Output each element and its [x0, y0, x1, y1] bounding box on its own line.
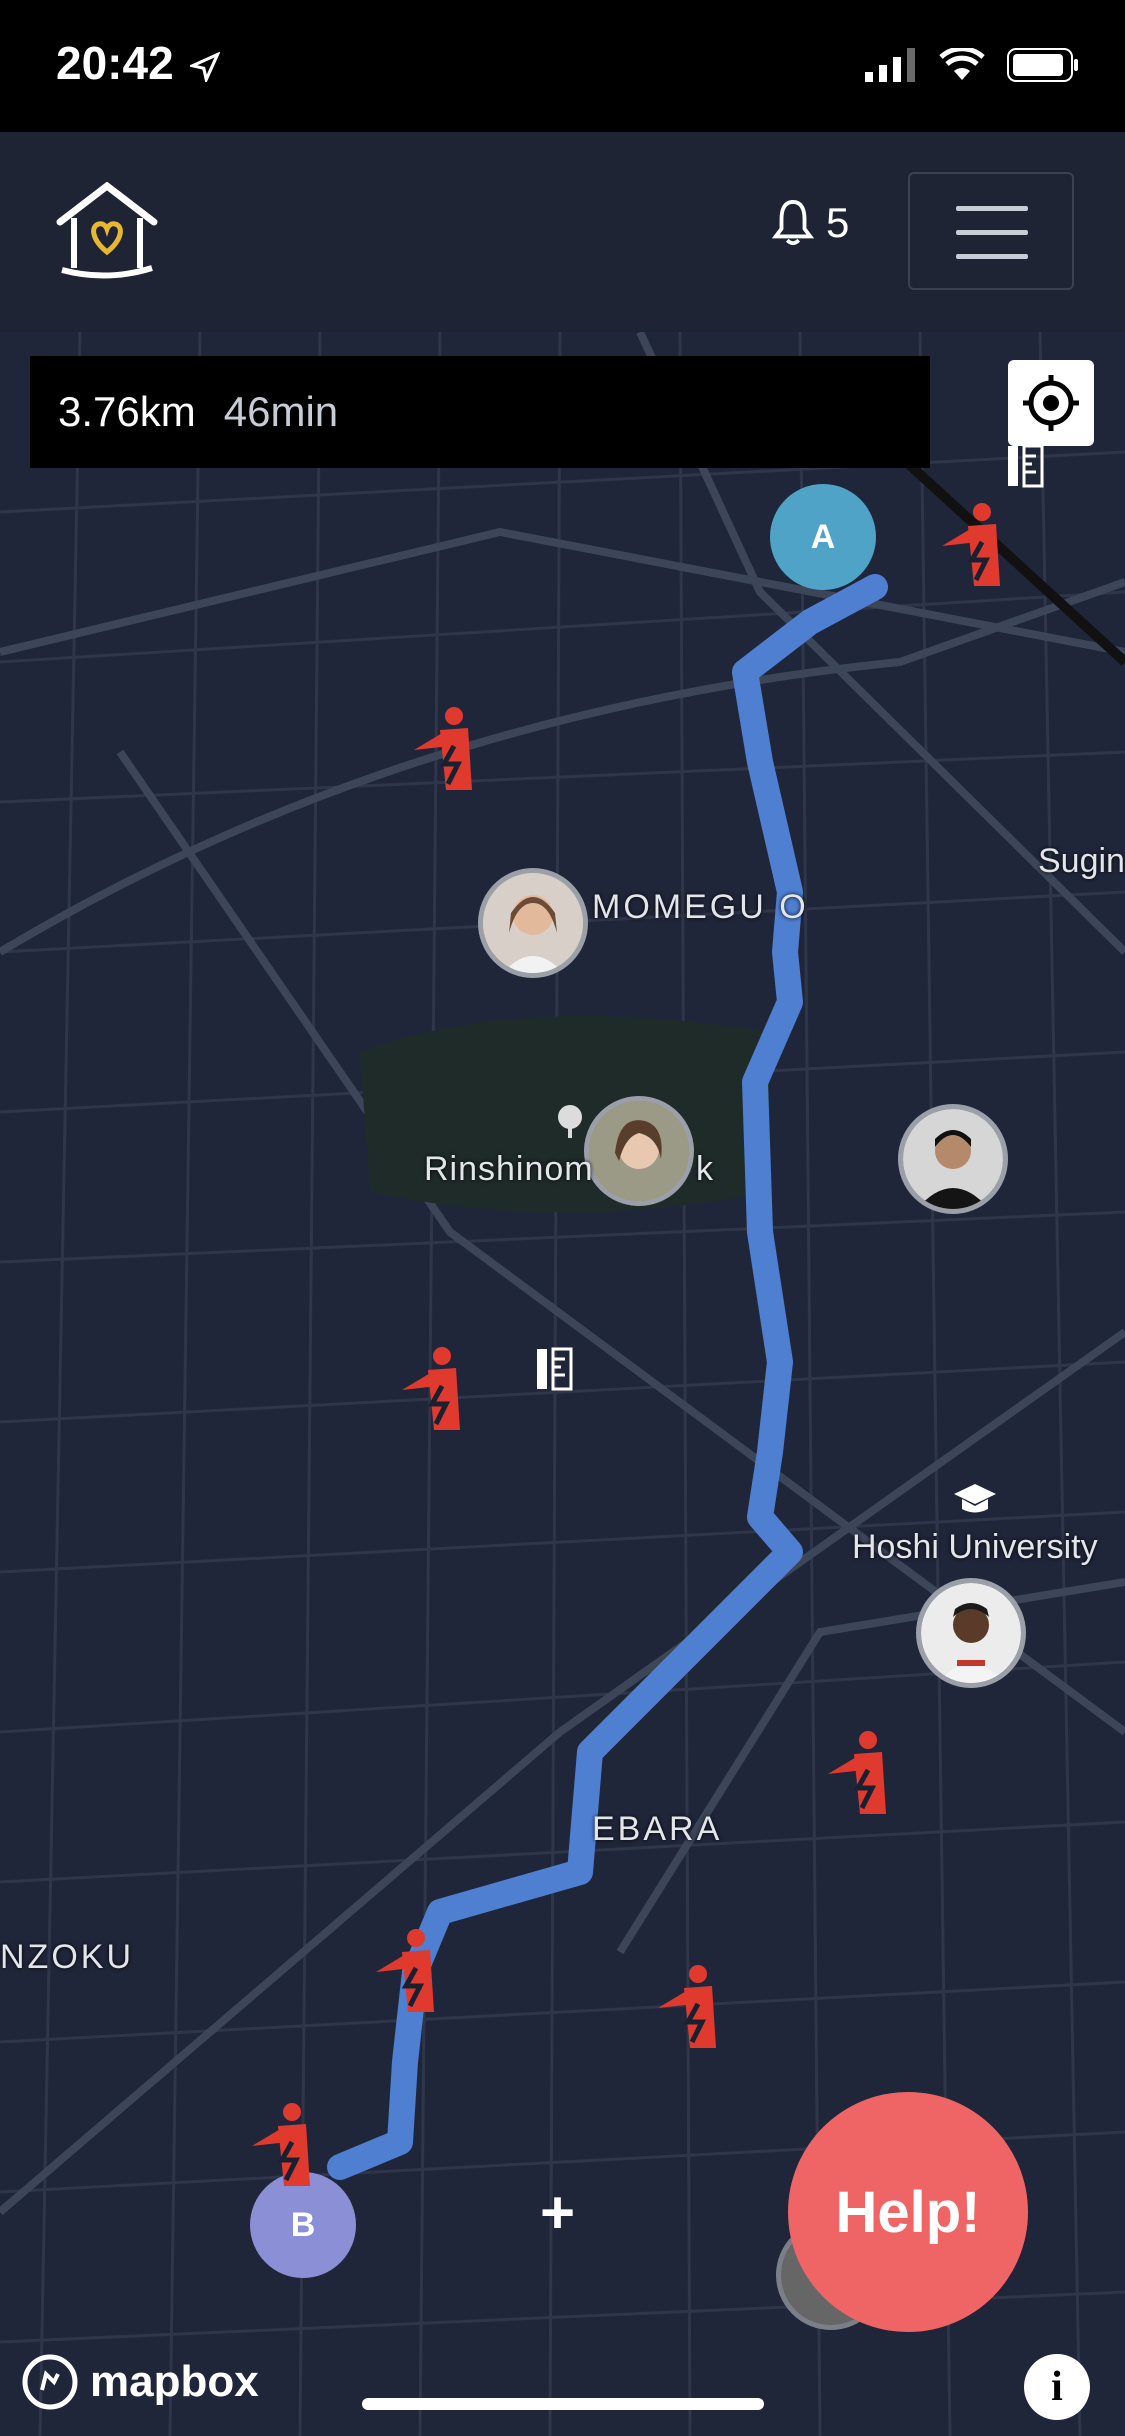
graduation-cap-icon — [954, 1484, 996, 1513]
signal-icon — [865, 48, 915, 82]
home-indicator[interactable] — [362, 2398, 764, 2410]
locate-me-button[interactable] — [1008, 360, 1094, 446]
menu-button[interactable] — [908, 172, 1074, 290]
info-button[interactable]: i — [1024, 2354, 1090, 2420]
crosshair-icon — [1023, 375, 1079, 431]
person-photo — [589, 1101, 689, 1201]
route-info-panel: 3.76km 46min — [30, 356, 930, 468]
add-button[interactable]: + — [540, 2178, 575, 2247]
status-time: 20:42 — [56, 36, 222, 90]
battery-icon — [1007, 48, 1078, 82]
person-photo — [483, 873, 583, 973]
user-avatar[interactable] — [584, 1096, 694, 1206]
notifications-button[interactable]: 5 — [770, 198, 849, 248]
place-label-nakameguro: MOMEGU O — [592, 888, 809, 926]
place-label-rinshinomori: Rinshinom — [424, 1150, 594, 1188]
map-view[interactable]: 3.76km 46min A B MOMEGU O Rinshinom k Ho… — [0, 332, 1125, 2436]
menu-line — [956, 230, 1028, 235]
place-label-senzoku: NZOKU — [0, 1938, 134, 1976]
place-label-rinshinomori-end: k — [696, 1150, 714, 1188]
user-avatar[interactable] — [898, 1104, 1008, 1214]
user-avatar[interactable] — [478, 868, 588, 978]
ruler-icon — [537, 1347, 573, 1391]
hazard-icon[interactable] — [654, 1964, 724, 2054]
mapbox-logo[interactable]: mapbox — [22, 2354, 259, 2410]
hazard-icon[interactable] — [824, 1730, 894, 1820]
menu-line — [956, 254, 1028, 259]
house-heart-logo[interactable] — [52, 182, 162, 282]
menu-line — [956, 206, 1028, 211]
ruler-icon — [1008, 444, 1044, 488]
place-label-ebara: EBARA — [592, 1810, 723, 1848]
hazard-icon[interactable] — [398, 1346, 468, 1436]
help-button[interactable]: Help! — [788, 2092, 1028, 2332]
hazard-icon[interactable] — [372, 1928, 442, 2018]
person-photo — [903, 1109, 1003, 1209]
route-duration: 46min — [223, 388, 339, 435]
mapbox-mark-icon — [22, 2354, 78, 2410]
hazard-icon[interactable] — [938, 502, 1008, 592]
location-arrow-icon — [188, 51, 222, 85]
route-distance: 3.76km — [58, 388, 196, 435]
bell-icon — [771, 199, 815, 246]
wifi-icon — [939, 48, 985, 80]
park-icon — [558, 1105, 582, 1138]
person-photo — [921, 1583, 1021, 1683]
app-header: 5 — [0, 132, 1125, 332]
start-marker[interactable]: A — [770, 484, 876, 590]
time-text: 20:42 — [56, 37, 174, 89]
place-label-sugi: Sugin — [1038, 842, 1125, 880]
user-avatar[interactable] — [916, 1578, 1026, 1688]
hazard-icon[interactable] — [410, 706, 480, 796]
place-label-hoshi: Hoshi University — [852, 1528, 1098, 1566]
mapbox-text: mapbox — [90, 2357, 259, 2406]
status-bar: 20:42 — [0, 0, 1125, 132]
hazard-icon[interactable] — [248, 2102, 318, 2192]
notification-count: 5 — [826, 199, 850, 246]
status-icons — [865, 48, 1079, 82]
